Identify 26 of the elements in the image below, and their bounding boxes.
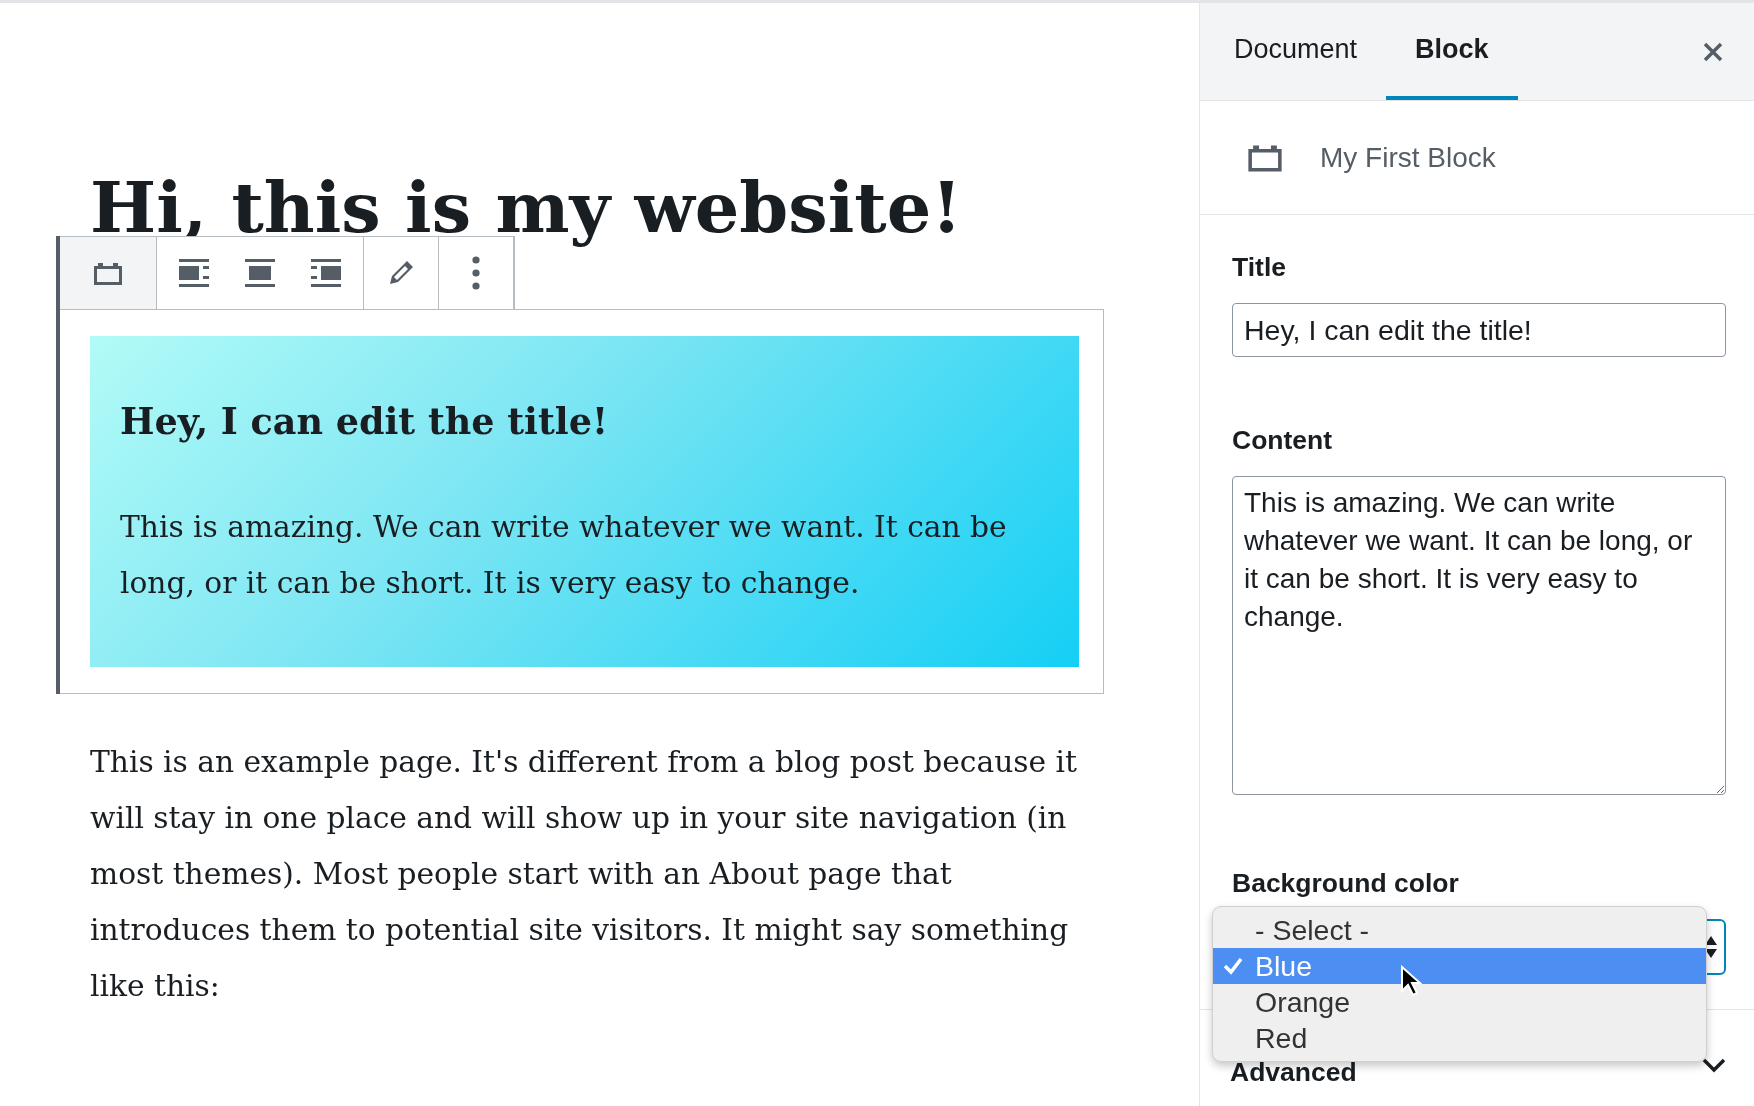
select-arrows-icon[interactable] [1704, 934, 1718, 960]
block-icon [1246, 143, 1284, 172]
page-paragraph: This is an example page. It's different from a blog post because it will stay in one place and will show up in your site navigation (in most themes). Most people start with an About page that introduces them to potential site visitors. It might say something like this: [90, 743, 1078, 1005]
align-icon[interactable] [311, 259, 341, 287]
dropdown-option[interactable]: Orange [1213, 984, 1706, 1020]
field-label: Content [1232, 425, 1334, 455]
align-icon[interactable] [245, 259, 275, 287]
align-icon[interactable] [179, 259, 209, 287]
more-icon[interactable] [472, 256, 480, 290]
chevron-icon[interactable] [1702, 1057, 1726, 1073]
sidebar-tab[interactable]: Block [1386, 3, 1518, 100]
dropdown-option[interactable]: - Select - [1213, 912, 1706, 948]
sidebar-tab[interactable]: Document [1234, 3, 1387, 100]
field-label: Background color [1232, 868, 1460, 898]
content-textarea[interactable]: This is amazing. We can write whatever we want. It can be long, or it can be short. It is very easy to change. [1232, 476, 1726, 795]
block-content: This is amazing. We can write whatever we want. It can be long, or it can be short. It is very easy to change. [120, 508, 1008, 602]
block-name: My First Block [1320, 141, 1496, 174]
page-heading: Hi, this is my website! [90, 165, 963, 251]
field-label: Title [1232, 252, 1287, 282]
dropdown-option[interactable]: Red [1213, 1020, 1706, 1056]
pencil-icon[interactable] [387, 259, 415, 287]
cursor-icon [1400, 965, 1422, 997]
block-title: Hey, I can edit the title! [120, 400, 609, 443]
block-icon [92, 261, 124, 285]
title-input[interactable]: Hey, I can edit the title! [1232, 303, 1726, 357]
check-icon [1223, 957, 1243, 975]
